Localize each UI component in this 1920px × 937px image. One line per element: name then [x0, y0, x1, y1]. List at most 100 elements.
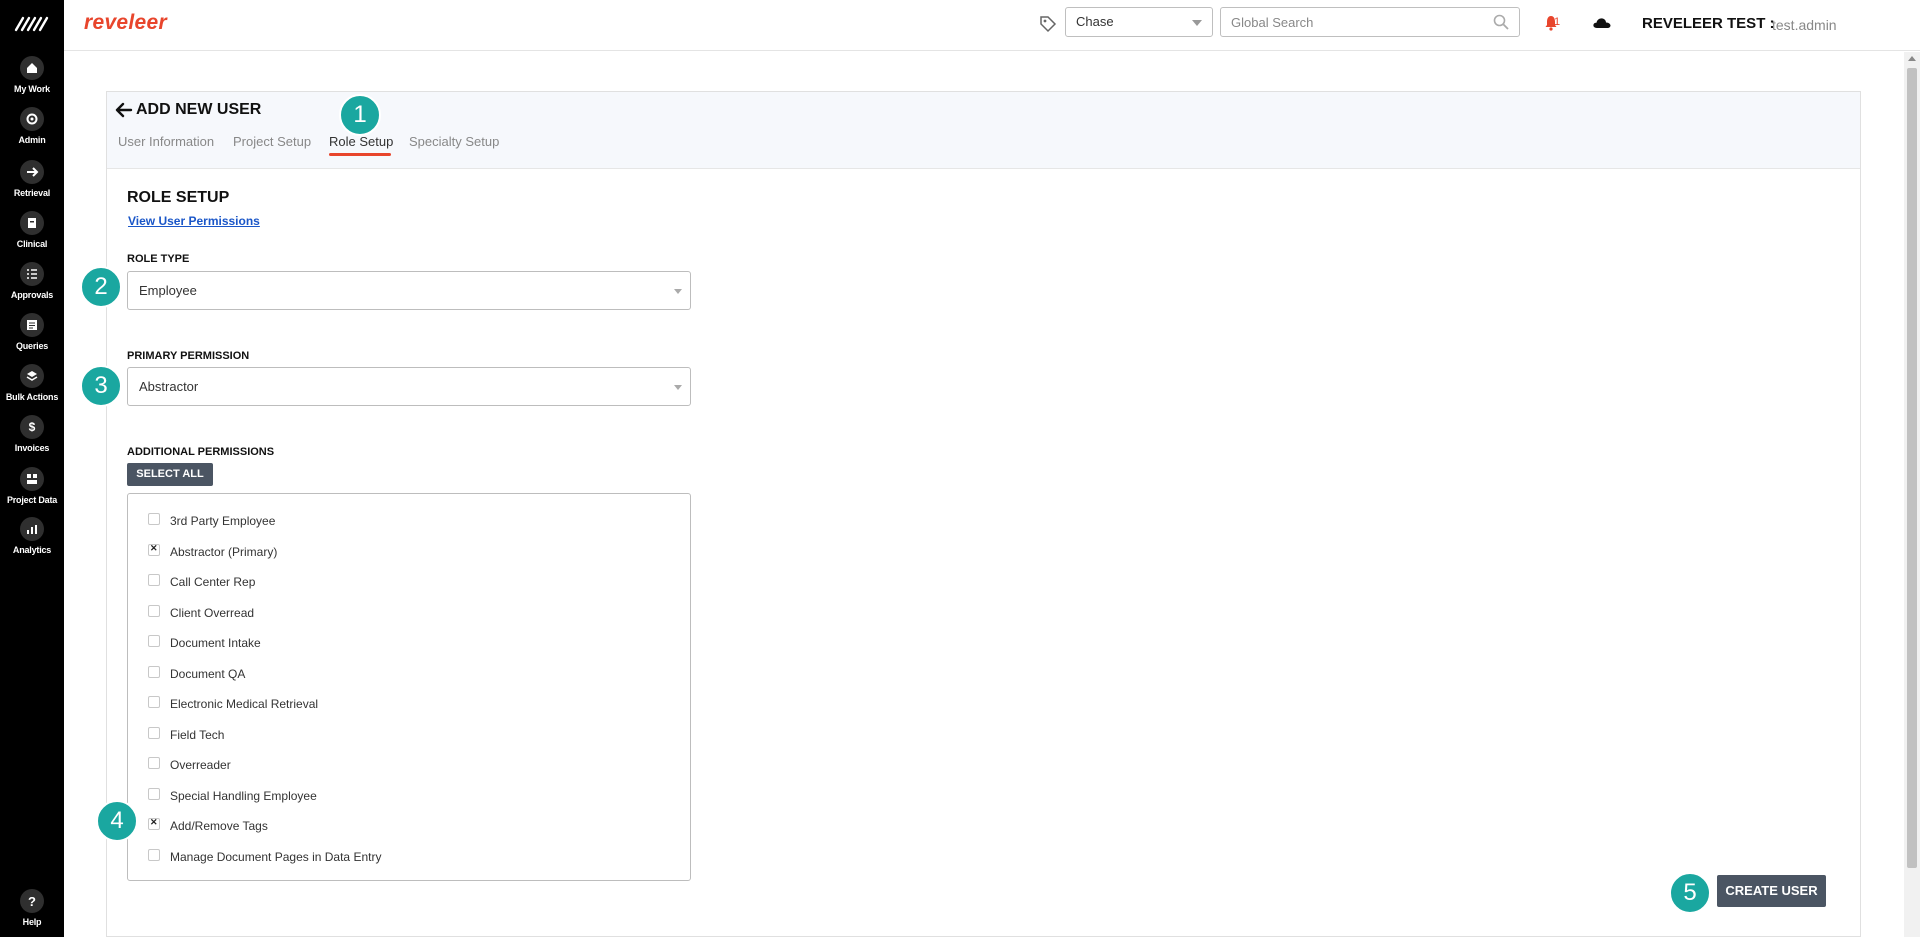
list-check-icon — [20, 262, 44, 286]
permission-label: Client Overread — [170, 606, 255, 620]
primary-permission-select[interactable]: Abstractor — [127, 367, 691, 406]
checkbox[interactable] — [148, 573, 160, 586]
add-user-card: ADD NEW USER User Information Project Se… — [106, 91, 1861, 937]
nav-label: Invoices — [14, 443, 50, 453]
dollar-icon: $ — [20, 415, 44, 439]
chevron-down-icon — [674, 289, 682, 294]
chevron-down-icon — [674, 385, 682, 390]
nav-project-data[interactable]: Project Data — [0, 467, 64, 515]
permission-label: Electronic Medical Retrieval — [170, 697, 319, 711]
permission-label: Field Tech — [170, 728, 225, 742]
permission-item-special-handling-employee[interactable]: Special Handling Employee — [148, 786, 317, 806]
scrollbar-thumb[interactable] — [1907, 68, 1917, 868]
checkbox[interactable] — [148, 512, 160, 525]
cloud-icon[interactable] — [1592, 15, 1612, 31]
page-title: ADD NEW USER — [136, 101, 262, 118]
permission-label: Document Intake — [170, 636, 261, 650]
tab-role-setup[interactable]: Role Setup — [329, 134, 393, 149]
permission-item-add-remove-tags[interactable]: Add/Remove Tags — [148, 816, 268, 836]
permission-item-document-intake[interactable]: Document Intake — [148, 633, 261, 653]
create-user-button[interactable]: CREATE USER — [1717, 875, 1826, 907]
nav-label: Admin — [18, 135, 46, 145]
nav-label: My Work — [14, 84, 50, 94]
global-search-input[interactable] — [1221, 8, 1471, 36]
nav-queries[interactable]: Queries — [0, 313, 64, 361]
permission-label: Special Handling Employee — [170, 789, 317, 803]
nav-help[interactable]: ? Help — [0, 889, 64, 937]
username[interactable]: test.admin — [1772, 17, 1837, 33]
checkbox[interactable] — [148, 695, 160, 708]
home-icon — [20, 56, 44, 80]
nav-retrieval[interactable]: Retrieval — [0, 160, 64, 208]
tab-project-setup[interactable]: Project Setup — [233, 134, 311, 149]
callout-1: 1 — [339, 94, 381, 136]
permission-item-3rd-party-employee[interactable]: 3rd Party Employee — [148, 511, 275, 531]
nav-approvals[interactable]: Approvals — [0, 262, 64, 310]
select-all-button[interactable]: SELECT ALL — [127, 463, 213, 486]
active-tab-indicator — [329, 153, 391, 156]
callout-4: 4 — [96, 800, 138, 842]
checkbox[interactable] — [148, 634, 160, 647]
callout-2: 2 — [80, 266, 122, 308]
checkbox[interactable] — [148, 726, 160, 739]
nav-label: Help — [22, 917, 42, 927]
nav-bulk-actions[interactable]: Bulk Actions — [0, 364, 64, 412]
role-type-select[interactable]: Employee — [127, 271, 691, 310]
permission-item-call-center-rep[interactable]: Call Center Rep — [148, 572, 255, 592]
search-icon[interactable] — [1493, 14, 1509, 30]
layers-icon — [20, 364, 44, 388]
callout-5: 5 — [1669, 872, 1711, 914]
permission-label: Document QA — [170, 667, 246, 681]
nav-analytics[interactable]: Analytics — [0, 517, 64, 565]
permission-label: Add/Remove Tags — [170, 819, 268, 833]
permission-item-field-tech[interactable]: Field Tech — [148, 725, 224, 745]
nav-my-work[interactable]: My Work — [0, 56, 64, 104]
permission-label: Overreader — [170, 758, 231, 772]
permission-item-abstractor-primary[interactable]: Abstractor (Primary) — [148, 542, 277, 562]
reveleer-logo-icon[interactable] — [14, 14, 50, 34]
brand-logo[interactable]: reveleer — [84, 11, 167, 35]
grid-icon — [20, 467, 44, 491]
permission-item-client-overread[interactable]: Client Overread — [148, 603, 254, 623]
view-user-permissions-link[interactable]: View User Permissions — [128, 214, 260, 228]
nav-label: Analytics — [12, 545, 52, 555]
question-icon: ? — [20, 889, 44, 913]
permission-item-electronic-medical-retrieval[interactable]: Electronic Medical Retrieval — [148, 694, 318, 714]
nav-label: Approvals — [10, 290, 54, 300]
top-header: reveleer Chase 1 REVELEER TEST : test.ad… — [64, 0, 1920, 51]
arrow-right-icon — [20, 160, 44, 184]
chevron-down-icon — [1192, 20, 1202, 26]
scroll-up-arrow-icon[interactable] — [1908, 56, 1916, 61]
nav-admin[interactable]: Admin — [0, 107, 64, 155]
permission-label: 3rd Party Employee — [170, 514, 276, 528]
tab-user-information[interactable]: User Information — [118, 134, 214, 149]
nav-label: Queries — [15, 341, 49, 351]
callout-3: 3 — [80, 365, 122, 407]
permission-item-overreader[interactable]: Overreader — [148, 755, 231, 775]
checkbox[interactable] — [148, 787, 160, 800]
project-select[interactable]: Chase — [1065, 7, 1213, 37]
checkbox[interactable] — [148, 665, 160, 678]
left-nav-rail: My Work Admin Retrieval Clinical Approva… — [0, 0, 64, 937]
global-search — [1220, 7, 1520, 37]
back-arrow-icon[interactable] — [115, 102, 133, 118]
tag-icon[interactable] — [1038, 14, 1058, 34]
checkbox[interactable] — [148, 604, 160, 617]
permission-item-manage-document-pages[interactable]: Manage Document Pages in Data Entry — [148, 847, 381, 867]
permission-label: Call Center Rep — [170, 575, 256, 589]
tab-specialty-setup[interactable]: Specialty Setup — [409, 134, 499, 149]
nav-label: Project Data — [6, 495, 58, 505]
checkbox[interactable] — [148, 756, 160, 769]
vertical-scrollbar[interactable] — [1904, 52, 1920, 937]
clipboard-icon — [20, 211, 44, 235]
org-label: REVELEER TEST : — [1642, 15, 1775, 32]
nav-invoices[interactable]: $ Invoices — [0, 415, 64, 463]
checkbox-checked[interactable] — [148, 817, 160, 830]
primary-permission-value: Abstractor — [139, 379, 199, 394]
permission-item-document-qa[interactable]: Document QA — [148, 664, 245, 684]
checkbox-checked[interactable] — [148, 543, 160, 556]
nav-clinical[interactable]: Clinical — [0, 211, 64, 259]
section-title: ROLE SETUP — [127, 189, 230, 206]
nav-label: Clinical — [16, 239, 48, 249]
checkbox[interactable] — [148, 848, 160, 861]
